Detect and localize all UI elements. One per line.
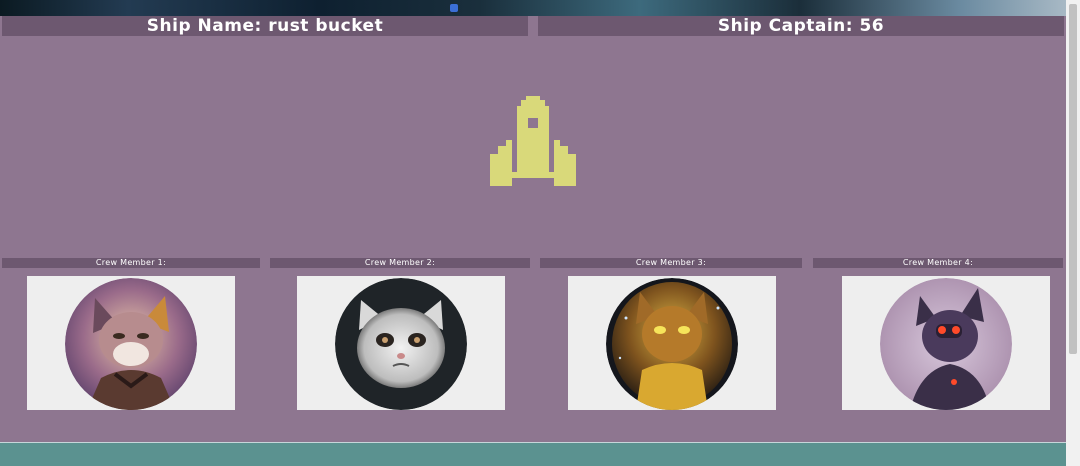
- rocket-icon: [490, 96, 576, 188]
- background-scene: [0, 0, 1066, 16]
- ship-captain-label: Ship Captain: 56: [538, 16, 1064, 36]
- ship-name-label: Ship Name: rust bucket: [2, 16, 528, 36]
- scrollbar-thumb[interactable]: [1069, 4, 1077, 354]
- cat-portrait-1: [65, 278, 197, 410]
- cat-portrait-4: [880, 278, 1012, 410]
- crew-card-1: [27, 276, 235, 410]
- vertical-scrollbar[interactable]: [1066, 0, 1080, 466]
- page-root: Ship Name: rust bucket Ship Captain: 56 …: [0, 0, 1080, 466]
- crew-card-2: [297, 276, 505, 410]
- crew-label-1: Crew Member 1:: [2, 258, 260, 268]
- page-footer-bar: [0, 442, 1066, 466]
- crew-label-4: Crew Member 4:: [813, 258, 1063, 268]
- scene-glint: [450, 4, 458, 12]
- cat-portrait-2: [335, 278, 467, 410]
- crew-label-2: Crew Member 2:: [270, 258, 530, 268]
- cat-portrait-3: [606, 278, 738, 410]
- crew-label-3: Crew Member 3:: [540, 258, 802, 268]
- crew-card-3: [568, 276, 776, 410]
- crew-card-4: [842, 276, 1050, 410]
